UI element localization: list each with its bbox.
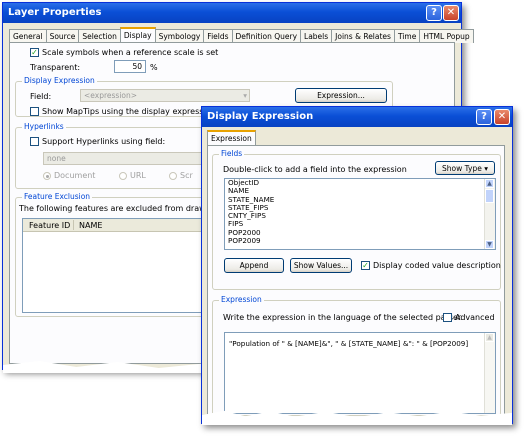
transparent-label: Transparent: [30, 63, 81, 72]
expression-textarea[interactable]: "Population of " & [NAME]&", " & [STATE_… [224, 332, 496, 414]
close-button[interactable]: ✕ [494, 109, 510, 125]
fields-list[interactable]: ObjectID NAME STATE_NAME STATE_FIPS CNTY… [224, 178, 496, 250]
expression-button[interactable]: Expression... [295, 88, 387, 103]
fields-group: Fields Double-click to add a field into … [212, 149, 501, 290]
list-item[interactable]: ObjectID [225, 178, 495, 187]
hyperlinks-group-label: Hyperlinks [22, 122, 66, 131]
show-type-button[interactable]: Show Type ▾ [435, 161, 495, 175]
tab-source[interactable]: Source [45, 29, 80, 43]
advanced-checkbox[interactable] [443, 313, 452, 322]
layer-properties-title: Layer Properties [8, 7, 102, 18]
feature-exclusion-group-label: Feature Exclusion [22, 192, 93, 201]
fields-hint: Double-click to add a field into the exp… [223, 165, 407, 174]
show-maptips-label: Show MapTips using the display expressio… [42, 107, 216, 116]
tab-fields[interactable]: Fields [203, 29, 233, 43]
tab-labels[interactable]: Labels [300, 29, 333, 43]
expression-group-label: Expression [219, 295, 264, 304]
tab-symbology[interactable]: Symbology [154, 29, 205, 43]
show-values-button[interactable]: Show Values... [290, 258, 352, 273]
show-type-label: Show Type [441, 164, 482, 173]
col-name[interactable]: NAME [79, 221, 102, 230]
expression-group: Expression Write the expression in the l… [212, 295, 501, 416]
list-item[interactable]: FIPS [225, 220, 495, 229]
radio-script-label: Scr [180, 171, 193, 180]
field-dropdown[interactable]: <expression> ▾ [80, 89, 250, 102]
display-coded-checkbox[interactable]: ✓ [361, 261, 370, 270]
percent-unit: % [150, 63, 158, 72]
feature-exclusion-group: Feature Exclusion The following features… [15, 192, 221, 317]
radio-script[interactable] [169, 172, 177, 180]
fields-group-label: Fields [219, 149, 245, 158]
close-button[interactable]: ✕ [443, 5, 459, 21]
support-hyperlinks-label: Support Hyperlinks using field: [42, 137, 166, 146]
tab-joins-relates[interactable]: Joins & Relates [331, 29, 395, 43]
scroll-down-icon[interactable]: ▼ [485, 240, 494, 249]
append-button[interactable]: Append [224, 258, 284, 273]
exclusion-table[interactable]: Feature ID NAME [22, 218, 212, 313]
expression-text: "Population of " & [NAME]&", " & [STATE_… [229, 339, 469, 348]
support-hyperlinks-checkbox[interactable] [30, 137, 39, 146]
display-expression-title: Display Expression [207, 111, 314, 122]
display-expression-titlebar[interactable]: Display Expression ? ✕ [202, 107, 512, 127]
expression-tab-panel: Fields Double-click to add a field into … [207, 145, 505, 419]
scroll-up-icon[interactable]: ▲ [485, 333, 494, 342]
fields-scrollbar[interactable]: ▲ ▼ [484, 179, 495, 249]
field-dropdown-value: <expression> [84, 91, 138, 100]
chevron-down-icon: ▾ [243, 91, 247, 100]
radio-url-label: URL [130, 171, 146, 180]
tab-selection[interactable]: Selection [78, 29, 121, 43]
scroll-up-icon[interactable]: ▲ [485, 179, 494, 188]
expression-scrollbar[interactable]: ▲ [484, 333, 495, 413]
scale-symbols-label: Scale symbols when a reference scale is … [42, 48, 219, 57]
list-item[interactable]: POP2009 [225, 236, 495, 245]
exclusion-table-header: Feature ID NAME [23, 219, 211, 232]
show-maptips-checkbox[interactable] [30, 107, 39, 116]
layer-properties-titlebar[interactable]: Layer Properties ? ✕ [3, 3, 461, 23]
scroll-thumb[interactable] [485, 189, 494, 203]
list-item[interactable]: POP2000 [225, 228, 495, 237]
radio-document[interactable] [43, 172, 51, 180]
tab-general[interactable]: General [9, 29, 47, 43]
display-coded-label: Display coded value description [373, 261, 501, 270]
radio-url[interactable] [119, 172, 127, 180]
chevron-down-icon: ▾ [484, 164, 488, 173]
advanced-label: Advanced [455, 313, 495, 322]
hyperlinks-group: Hyperlinks Support Hyperlinks using fiel… [15, 122, 215, 189]
display-expression-window: Display Expression ? ✕ Expression Fields… [201, 106, 513, 425]
help-button[interactable]: ? [476, 109, 492, 125]
col-feature-id[interactable]: Feature ID [29, 221, 70, 230]
expression-hint: Write the expression in the language of … [223, 313, 464, 322]
column-divider [73, 220, 74, 230]
transparent-input[interactable]: 50 [114, 60, 146, 73]
help-button[interactable]: ? [426, 5, 442, 21]
tab-time[interactable]: Time [393, 29, 421, 43]
tab-html-popup[interactable]: HTML Popup [419, 29, 474, 43]
tab-definition-query[interactable]: Definition Query [231, 29, 302, 43]
radio-document-label: Document [54, 171, 96, 180]
field-label: Field: [30, 92, 52, 101]
display-expression-group-label: Display Expression [22, 76, 97, 85]
scale-symbols-checkbox[interactable]: ✓ [30, 48, 39, 57]
exclusion-text: The following features are excluded from… [19, 204, 221, 213]
list-item[interactable]: CNTY_FIPS [225, 211, 495, 220]
hyperlink-field-dropdown[interactable]: none [43, 152, 213, 165]
